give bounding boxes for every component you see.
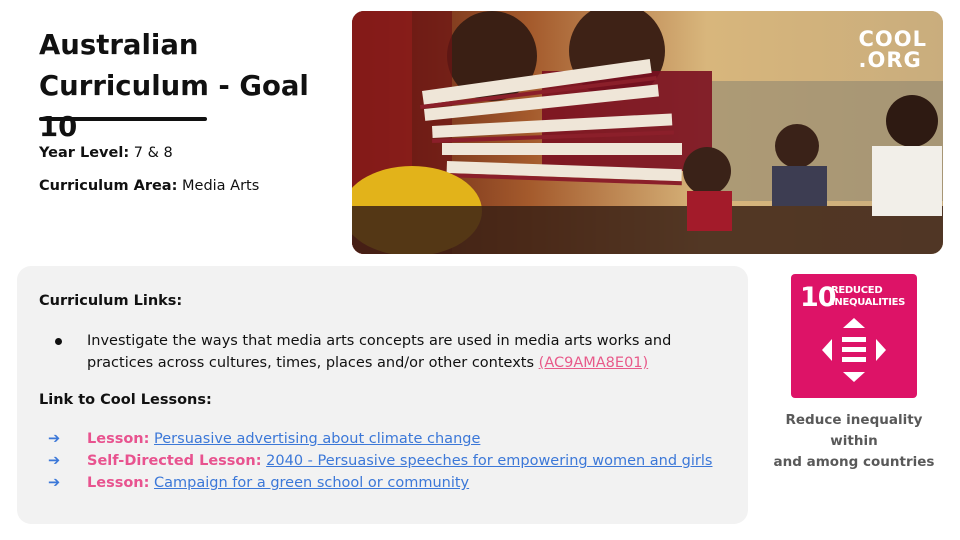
classroom-illustration [352, 11, 943, 254]
lesson-link[interactable]: Campaign for a green school or community [154, 475, 469, 491]
year-level: Year Level: 7 & 8 [39, 143, 173, 163]
sdg-goal-10-tile: 10 REDUCED INEQUALITIES [791, 274, 917, 398]
arrow-right-icon: ➔ [48, 453, 61, 469]
year-level-value: 7 & 8 [133, 145, 173, 161]
page-title: Australian Curriculum - Goal 10 [39, 25, 339, 148]
lesson-type-label: Lesson: [87, 475, 150, 491]
sdg-label: REDUCED INEQUALITIES [831, 285, 905, 309]
lesson-item: ➔ Self-Directed Lesson: 2040 - Persuasive… [48, 450, 712, 472]
curriculum-link-text: Investigate the ways that media arts con… [87, 330, 717, 374]
lesson-item: ➔ Lesson: Campaign for a green school or … [48, 472, 469, 494]
sdg-caption-line-1: Reduce inequality within [785, 412, 923, 449]
sdg-label-line-1: REDUCED [831, 285, 883, 296]
arrow-right-icon: ➔ [48, 475, 61, 491]
classroom-photo: COOL .ORG [352, 11, 943, 254]
curriculum-panel: Curriculum Links: Investigate the ways t… [17, 266, 748, 524]
curriculum-area-value: Media Arts [182, 178, 260, 194]
year-level-label: Year Level: [39, 145, 130, 161]
sdg-label-line-2: INEQUALITIES [831, 297, 906, 308]
title-underline [39, 117, 207, 121]
sdg-caption: Reduce inequality within and among count… [760, 410, 948, 473]
title-line-2: Curriculum - Goal 10 [39, 70, 309, 143]
lesson-link[interactable]: Persuasive advertising about climate cha… [154, 431, 480, 447]
bullet-icon [55, 338, 62, 345]
lesson-type-label: Self-Directed Lesson: [87, 453, 262, 469]
curriculum-area: Curriculum Area: Media Arts [39, 176, 259, 196]
cool-lessons-heading: Link to Cool Lessons: [39, 392, 212, 408]
curriculum-code-link[interactable]: (AC9AMA8E01) [539, 355, 649, 371]
lesson-item: ➔ Lesson: Persuasive advertising about cl… [48, 428, 480, 450]
lesson-link[interactable]: 2040 - Persuasive speeches for empowerin… [266, 453, 712, 469]
curriculum-links-heading: Curriculum Links: [39, 293, 183, 309]
equality-arrows-icon [822, 318, 886, 382]
curriculum-area-label: Curriculum Area: [39, 178, 178, 194]
logo-line-2: .ORG [858, 48, 922, 72]
sdg-caption-line-2: and among countries [773, 454, 935, 470]
arrow-right-icon: ➔ [48, 431, 61, 447]
lesson-type-label: Lesson: [87, 431, 150, 447]
cool-org-logo: COOL .ORG [859, 29, 928, 71]
title-line-1: Australian [39, 29, 199, 61]
logo-line-1: COOL [858, 27, 927, 51]
